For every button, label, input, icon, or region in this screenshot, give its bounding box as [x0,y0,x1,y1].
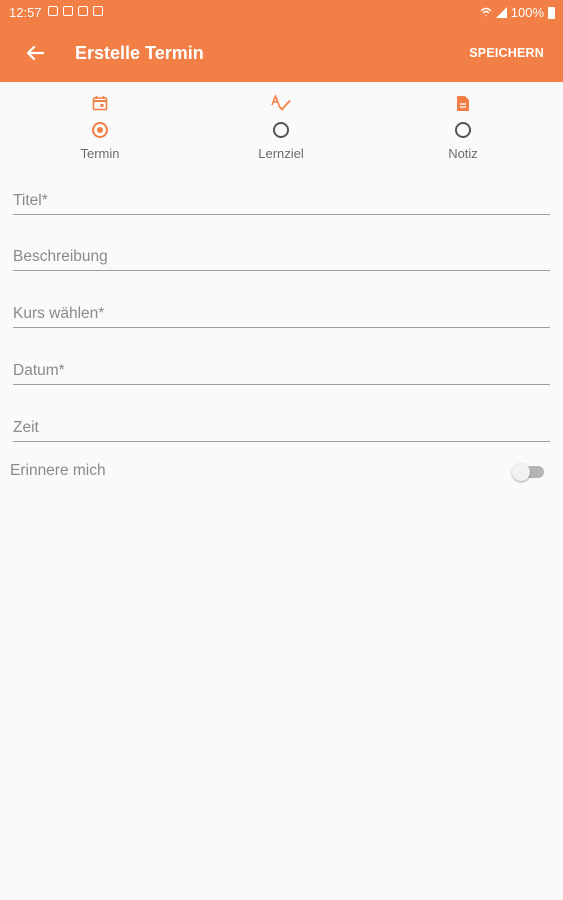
status-bar: 12:57 100% [0,0,563,24]
status-right: 100% [480,5,555,20]
calendar-notification-icon [78,6,88,16]
status-notification-icons [48,6,103,16]
course-select-field[interactable]: Kurs wählen* [13,297,550,328]
date-field[interactable]: Datum* [13,354,550,385]
radio-lernziel[interactable] [273,122,289,138]
time-field[interactable]: Zeit [13,411,550,442]
save-button[interactable]: SPEICHERN [469,46,544,60]
course-field-label: Kurs wählen* [13,305,105,322]
arrow-left-icon [26,45,44,61]
toggle-thumb [512,463,530,481]
type-option-termin[interactable]: Termin [40,90,160,161]
message-icon [48,6,58,16]
date-field-label: Datum* [13,362,65,379]
wifi-icon [480,7,492,17]
reminder-toggle[interactable] [512,462,546,482]
description-field-label: Beschreibung [13,248,108,265]
type-label-notiz: Notiz [448,146,478,161]
type-label-termin: Termin [80,146,120,161]
description-field[interactable]: Beschreibung [13,240,550,271]
type-option-notiz[interactable]: Notiz [403,90,523,161]
spellcheck-icon [271,92,291,114]
title-field[interactable]: Titel* [13,184,550,215]
title-field-label: Titel* [13,192,48,209]
reminder-label: Erinnere mich [10,462,106,479]
sim-icon [93,6,103,16]
battery-icon [548,6,555,19]
radio-termin[interactable] [92,122,108,138]
calendar-icon [92,92,108,114]
app-bar: 12:57 100% Erstelle Termin SPEICHERN [0,0,563,82]
page-title: Erstelle Termin [75,43,204,63]
signal-icon [495,7,507,18]
type-option-lernziel[interactable]: Lernziel [221,90,341,161]
radio-notiz[interactable] [455,122,471,138]
status-time: 12:57 [9,5,42,20]
entry-type-selector: Termin Lernziel Notiz [0,90,563,170]
notification-icon [63,6,73,16]
type-label-lernziel: Lernziel [258,146,304,161]
time-field-label: Zeit [13,419,39,436]
battery-text: 100% [510,5,544,20]
back-button[interactable] [22,40,48,66]
note-icon [456,92,470,114]
